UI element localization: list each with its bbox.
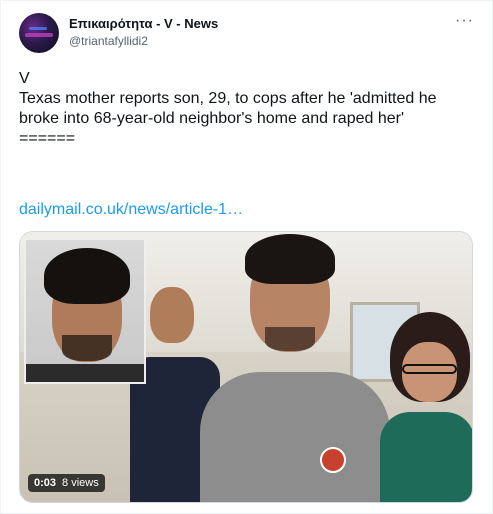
avatar-art-streak — [25, 33, 53, 37]
mugshot-inset — [24, 238, 146, 384]
woman-body — [380, 412, 472, 502]
more-options-icon[interactable]: ··· — [455, 13, 474, 29]
mugshot-shirt — [26, 364, 144, 382]
video-suspect-figure — [190, 232, 400, 502]
mugshot-hair — [44, 248, 130, 304]
suspect-body — [200, 372, 390, 502]
video-woman-figure — [380, 312, 472, 502]
shirt-logo — [320, 447, 346, 473]
tweet-text: V Texas mother reports son, 29, to cops … — [19, 69, 479, 149]
avatar[interactable] — [19, 13, 59, 53]
video-views: 8 views — [62, 477, 99, 489]
video-player[interactable]: 0:03 8 views — [19, 231, 473, 503]
tweet-text-line-2: Texas mother reports son, 29, to cops af… — [19, 90, 441, 127]
tweet-text-line-3: ====== — [19, 130, 76, 147]
mugshot-beard — [62, 335, 112, 361]
author-display-name[interactable]: Επικαιρότητα - V - News — [69, 16, 218, 31]
article-link[interactable]: dailymail.co.uk/news/article-1… — [19, 201, 243, 219]
avatar-art — [29, 27, 47, 30]
video-duration: 0:03 — [34, 477, 57, 489]
tweet-text-line-1: V — [19, 70, 30, 87]
officer-head — [150, 287, 194, 343]
author-handle[interactable]: @triantafyllidi2 — [69, 34, 148, 48]
suspect-hair — [245, 234, 335, 284]
tweet-card: Επικαιρότητα - V - News @triantafyllidi2… — [0, 0, 493, 514]
suspect-beard — [265, 327, 315, 351]
video-duration-badge: 0:03 8 views — [28, 474, 105, 492]
woman-glasses — [402, 364, 457, 374]
